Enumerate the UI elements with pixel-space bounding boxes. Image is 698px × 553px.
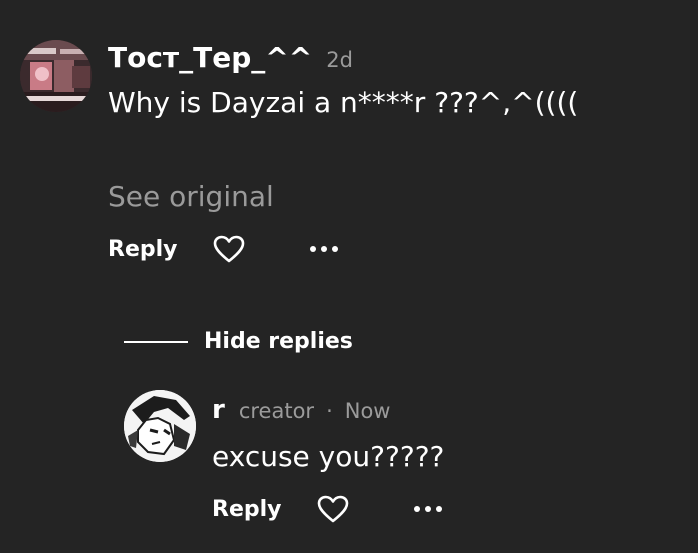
comment-header: Тост_Тер_^^ 2d: [108, 41, 353, 74]
avatar[interactable]: [20, 40, 92, 112]
divider-line: [124, 340, 188, 343]
avatar[interactable]: [124, 390, 196, 462]
hide-replies-button[interactable]: Hide replies: [124, 329, 353, 354]
see-original-link[interactable]: See original: [108, 180, 274, 213]
username[interactable]: Тост_Тер_^^: [108, 41, 312, 74]
reply-button[interactable]: Reply: [212, 497, 282, 522]
more-options-icon[interactable]: [309, 234, 338, 264]
username[interactable]: r: [212, 395, 225, 425]
comment-text: Why is Dayzai a n****r ???^,^((((: [108, 86, 579, 119]
heart-icon[interactable]: [316, 494, 350, 524]
reply-button[interactable]: Reply: [108, 237, 178, 262]
reply-header: r creator · Now: [212, 395, 390, 425]
heart-icon[interactable]: [212, 234, 246, 264]
timestamp: 2d: [326, 48, 353, 72]
timestamp: Now: [344, 399, 391, 423]
separator-dot: ·: [326, 399, 333, 423]
reply-actions: Reply: [212, 494, 442, 524]
reply-text: excuse you?????: [212, 440, 445, 473]
comments-thread: Тост_Тер_^^ 2d Why is Dayzai a n****r ??…: [0, 0, 698, 553]
creator-badge: creator: [238, 399, 315, 423]
comment-actions: Reply: [108, 234, 338, 264]
more-options-icon[interactable]: [413, 494, 442, 524]
hide-replies-label: Hide replies: [204, 329, 353, 354]
